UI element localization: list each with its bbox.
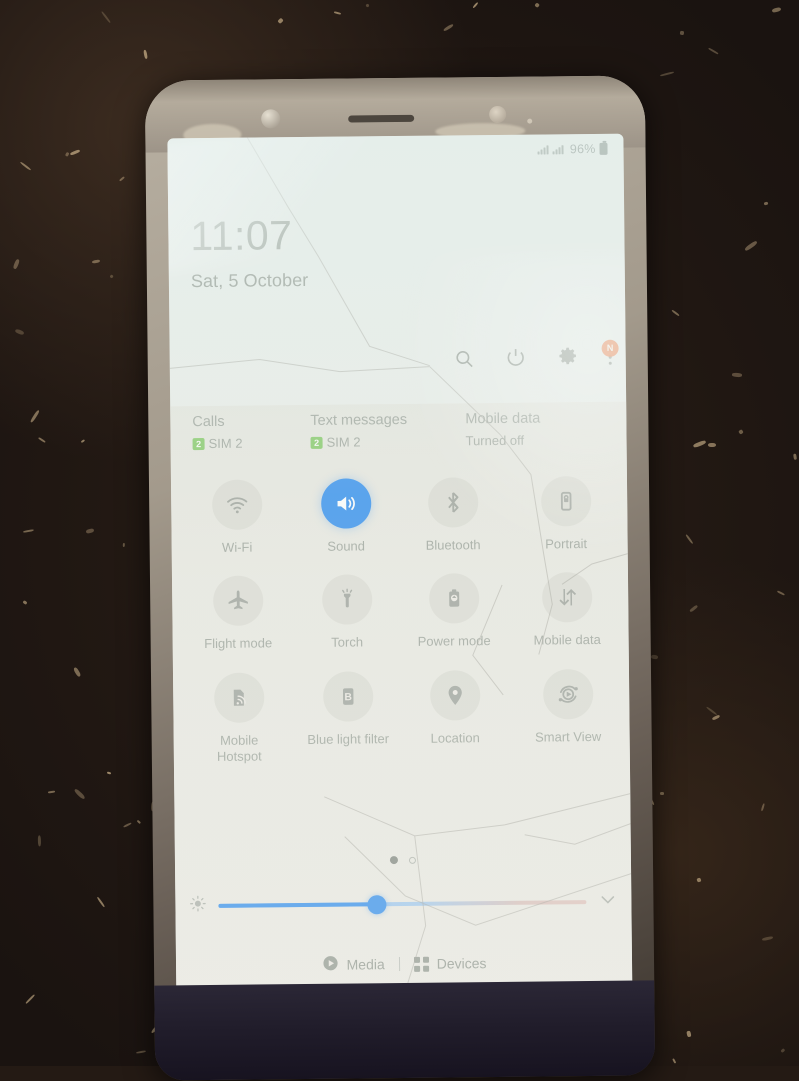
devices-button[interactable]: Devices [414,955,487,972]
page-indicator[interactable] [390,856,416,864]
brightness-icon [189,895,206,917]
quick-action-row: N [453,346,612,370]
signal-bars-icon [538,144,549,154]
quick-settings-grid: Wi-Fi Sound Bluetooth Portrait Flight mode To… [171,476,630,766]
power-icon[interactable] [504,347,526,369]
battery-percent: 96% [570,142,596,156]
more-options-icon[interactable]: N [608,349,612,366]
slider-thumb[interactable] [367,895,386,914]
svg-text:B: B [344,692,352,703]
battery-full-icon [599,143,607,155]
location-pin-icon [429,670,480,721]
page-dot-2[interactable] [409,856,416,863]
sim-summary-item[interactable]: Mobile data Turned off [465,410,604,448]
quick-tile-location[interactable]: Location [401,669,509,763]
page-dot-1[interactable] [390,856,398,864]
quick-tile-flight-mode[interactable]: Flight mode [184,575,292,652]
sim-summary-title: Mobile data [465,410,604,427]
chevron-down-icon[interactable] [598,890,617,914]
quick-tile-power-mode[interactable]: Power mode [400,573,508,650]
lockscreen-clock-block: 11:07 Sat, 5 October [190,215,308,292]
quick-settings-panel: Calls2SIM 2Text messages2SIM 2Mobile dat… [170,402,632,991]
sim-summary-subtitle-text: SIM 2 [326,434,360,449]
quick-tile-label: Torch [331,635,363,652]
quick-tile-label: Location [431,730,480,747]
sim-number-badge: 2 [193,438,205,450]
clock-time: 11:07 [190,215,308,257]
search-icon[interactable] [453,348,474,369]
proximity-sensor [489,106,506,123]
data-arrows-icon [541,572,592,623]
media-label: Media [346,956,384,972]
quick-tile-sound[interactable]: Sound [292,478,400,555]
sim-summary-subtitle: 2SIM 2 [310,433,465,450]
sim-summary-subtitle: Turned off [465,432,604,448]
blue-light-filter-icon: B [322,671,373,722]
brightness-row [175,890,631,919]
quick-tile-wi-fi[interactable]: Wi-Fi [183,479,291,556]
quick-tile-mobile-data[interactable]: Mobile data [513,572,621,649]
status-badge: N [602,339,619,356]
sim-summary-subtitle: 2 SIM 2 [193,435,311,451]
grid-dots-icon [414,956,429,971]
sim-summary-title: Text messages [310,411,465,429]
flashlight-icon [321,575,372,626]
footer-divider [399,957,400,971]
quick-tile-smart-view[interactable]: Smart View [514,668,622,762]
sound-speaker-icon [320,478,371,529]
quick-tile-torch[interactable]: Torch [293,574,401,651]
phone-device: 96% 11:07 Sat, 5 October [145,75,655,1080]
quick-tile-mobile-hotspot[interactable]: Mobile Hotspot [185,672,293,766]
sim-summary-title: Calls [192,413,310,430]
sim-number-badge: 2 [311,436,323,448]
quick-tile-label: Bluetooth [426,537,481,554]
light-sensor [527,119,532,124]
quick-tile-bluetooth[interactable]: Bluetooth [399,477,507,554]
quick-tile-label: Wi-Fi [222,540,252,557]
signal-bars-icon-sim2 [553,144,564,154]
sim-summary-item[interactable]: Calls 2 SIM 2 [192,413,310,451]
bluetooth-icon [427,477,478,528]
battery-power-mode-icon [428,573,479,624]
wifi-icon [211,479,262,530]
quick-tile-label: Blue light filter [307,731,389,748]
phone-screen: 96% 11:07 Sat, 5 October [167,134,632,991]
smart-view-icon [542,668,593,719]
quick-tile-label: Power mode [418,633,491,650]
clock-date: Sat, 5 October [191,270,309,292]
play-circle-icon [321,955,338,975]
brightness-slider[interactable] [218,893,586,915]
hotspot-icon [213,672,264,723]
quick-tile-label: Smart View [535,728,601,745]
panel-footer: Media Devices [176,952,632,977]
front-camera [261,109,280,128]
quick-tile-label: Mobile data [533,632,600,649]
quick-tile-blue-light-filter[interactable]: B Blue light filter [294,670,402,764]
rotation-lock-icon [540,476,591,527]
quick-tile-label: Portrait [545,536,587,553]
sim-summary-subtitle-text: SIM 2 [209,436,243,451]
quick-tile-label: Sound [327,538,365,555]
quick-tile-portrait[interactable]: Portrait [512,476,620,553]
airplane-icon [212,576,263,627]
quick-tile-label: Flight mode [204,636,272,653]
status-bar: 96% [167,134,623,169]
gear-icon[interactable] [556,346,578,368]
sim-summary-subtitle-text: Turned off [465,433,524,449]
devices-label: Devices [437,955,487,972]
quick-tile-label: Mobile Hotspot [197,732,281,765]
earpiece-speaker [348,115,414,123]
media-button[interactable]: Media [321,954,384,975]
slider-fill [218,902,376,908]
sim-summary-item[interactable]: Text messages 2SIM 2 [310,411,465,450]
sim-summary-row: Calls2SIM 2Text messages2SIM 2Mobile dat… [170,410,626,452]
